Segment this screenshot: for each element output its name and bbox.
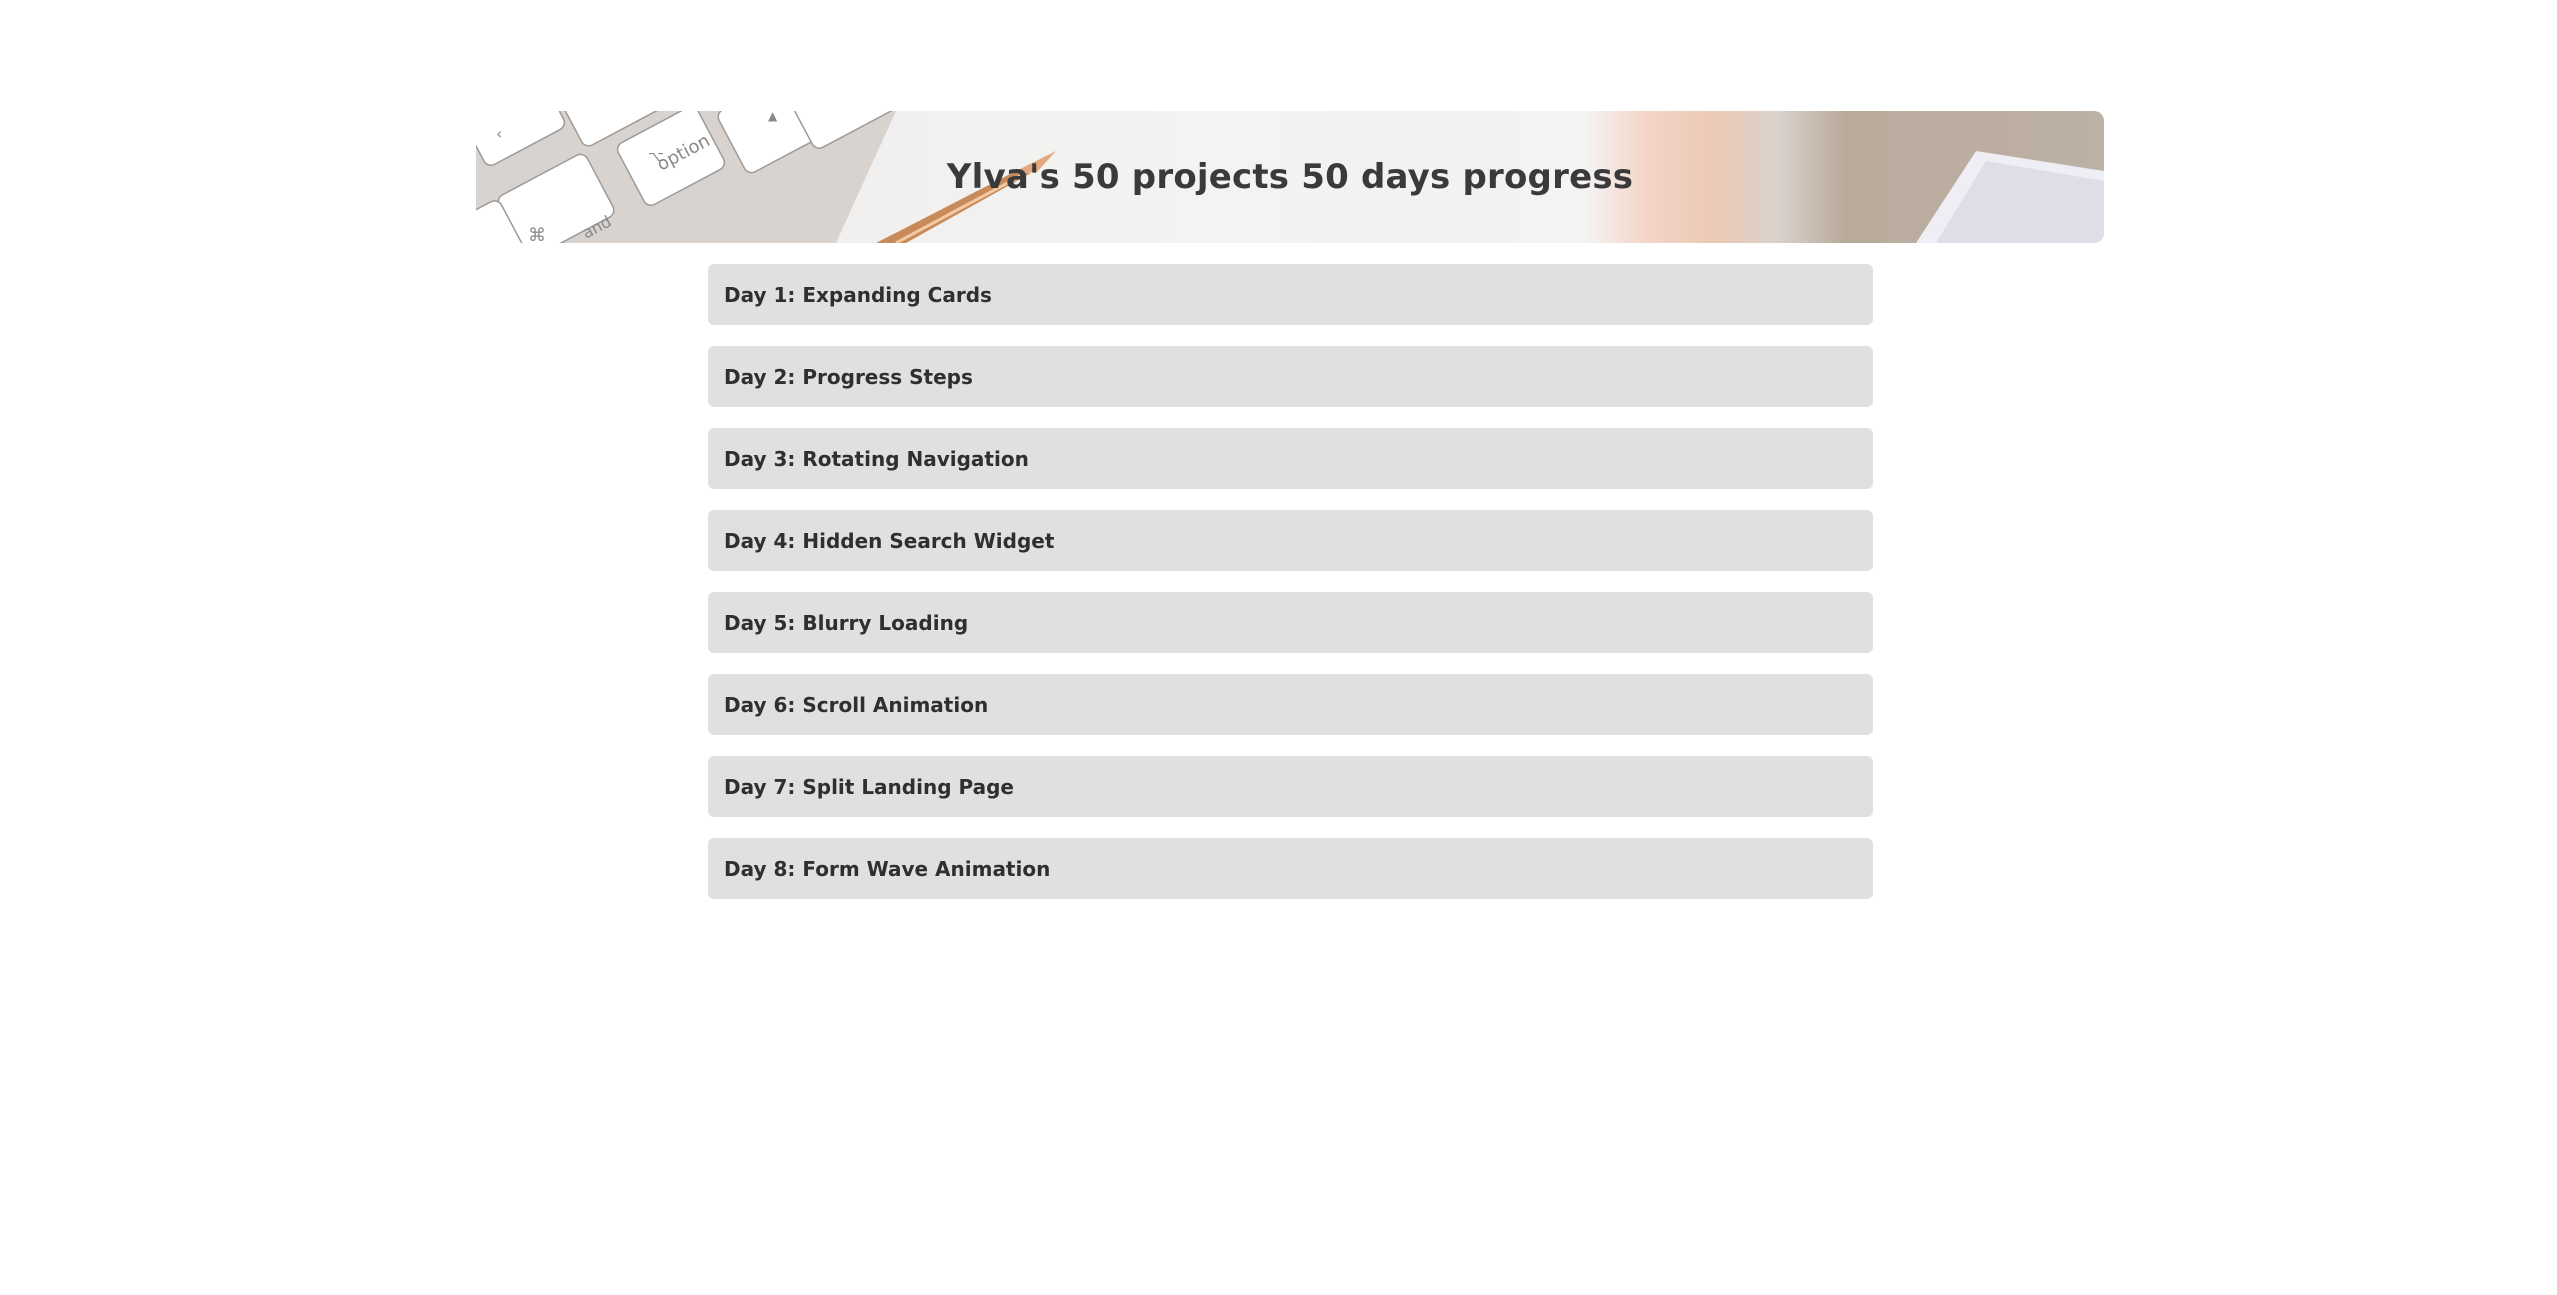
project-item-day-3[interactable]: Day 3: Rotating Navigation — [708, 428, 1873, 489]
project-label: Day 3: Rotating Navigation — [724, 446, 1029, 471]
project-item-day-8[interactable]: Day 8: Form Wave Animation — [708, 838, 1873, 899]
page: option and ⌘ ⌥ ‹ ▲ Ylva's 50 projects 50… — [0, 0, 2557, 1295]
project-label: Day 2: Progress Steps — [724, 364, 973, 389]
project-item-day-7[interactable]: Day 7: Split Landing Page — [708, 756, 1873, 817]
page-title: Ylva's 50 projects 50 days progress — [946, 157, 1634, 197]
project-label: Day 5: Blurry Loading — [724, 610, 969, 635]
project-label: Day 1: Expanding Cards — [724, 282, 992, 307]
project-label: Day 6: Scroll Animation — [724, 692, 989, 717]
project-list: Day 1: Expanding Cards Day 2: Progress S… — [708, 264, 1873, 920]
project-label: Day 7: Split Landing Page — [724, 774, 1014, 799]
project-label: Day 8: Form Wave Animation — [724, 856, 1051, 881]
project-item-day-5[interactable]: Day 5: Blurry Loading — [708, 592, 1873, 653]
project-label: Day 4: Hidden Search Widget — [724, 528, 1055, 553]
project-item-day-1[interactable]: Day 1: Expanding Cards — [708, 264, 1873, 325]
project-item-day-2[interactable]: Day 2: Progress Steps — [708, 346, 1873, 407]
header-banner: option and ⌘ ⌥ ‹ ▲ Ylva's 50 projects 50… — [476, 111, 2104, 243]
project-item-day-6[interactable]: Day 6: Scroll Animation — [708, 674, 1873, 735]
project-item-day-4[interactable]: Day 4: Hidden Search Widget — [708, 510, 1873, 571]
